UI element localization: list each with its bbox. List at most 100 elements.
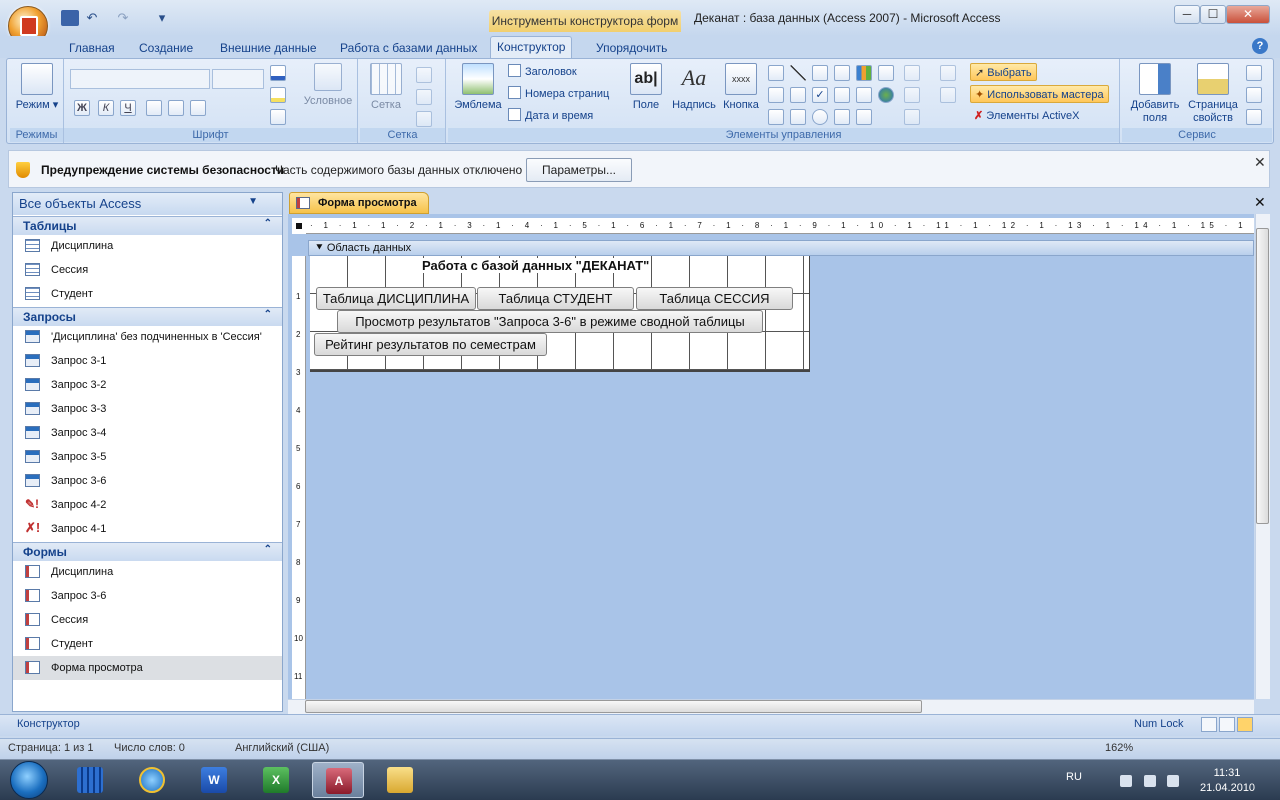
use-wizards-button[interactable]: ✦ Использовать мастера (970, 85, 1109, 103)
italic-button[interactable]: К (98, 100, 114, 116)
border-color-icon[interactable] (904, 109, 920, 125)
word-word-count[interactable]: Число слов: 0 (114, 742, 185, 754)
conditional-format-button[interactable]: Условное (300, 63, 356, 108)
special-effect-icon[interactable] (904, 87, 920, 103)
document-tab[interactable]: Форма просмотра (289, 192, 429, 214)
activex-button[interactable]: ✗ Элементы ActiveX (974, 107, 1079, 125)
redo-button[interactable]: ↷ (114, 10, 132, 26)
design-view-button[interactable] (1237, 717, 1253, 732)
font-name-combo[interactable] (70, 69, 210, 89)
taskbar-app-access[interactable]: A (312, 762, 364, 798)
rectangle-icon[interactable] (790, 87, 806, 103)
section-forms[interactable]: Формы ⌃ (13, 542, 282, 561)
select-button[interactable]: ➚ Выбрать (970, 63, 1037, 81)
option-button-icon[interactable] (812, 109, 828, 125)
align-left-icon[interactable] (146, 100, 162, 116)
tray-volume-icon[interactable] (1167, 775, 1179, 787)
line-icon[interactable] (790, 65, 806, 81)
chevron-up-icon[interactable]: ⌃ (264, 309, 272, 320)
add-fields-button[interactable]: Добавить поля (1126, 63, 1184, 125)
image-icon[interactable] (856, 87, 872, 103)
line-color-icon[interactable] (416, 111, 432, 127)
form-view-button[interactable] (1201, 717, 1217, 732)
fill-color-icon[interactable] (270, 87, 286, 103)
view-button[interactable]: Режим ▾ (14, 63, 60, 112)
nav-item-table[interactable]: Сессия (13, 258, 282, 282)
tab-create[interactable]: Создание (133, 39, 199, 58)
property-sheet-button[interactable]: Страница свойств (1184, 63, 1242, 125)
line-width-icon[interactable] (416, 67, 432, 83)
pivot-view-button[interactable]: Просмотр результатов "Запроса 3-6" в реж… (337, 310, 763, 333)
option-group-icon[interactable] (790, 109, 806, 125)
close-icon[interactable]: ✕ (1254, 154, 1266, 171)
label-button[interactable]: Aa Надпись (670, 63, 718, 112)
gridlines-color-icon[interactable] (270, 109, 286, 125)
toggle-icon[interactable] (812, 65, 828, 81)
line-style-icon[interactable] (940, 65, 956, 81)
view-code-icon[interactable] (1246, 87, 1262, 103)
command-button[interactable]: xxxx Кнопка (720, 63, 762, 112)
word-language[interactable]: Английский (США) (235, 742, 329, 754)
horizontal-scroll-thumb[interactable] (305, 700, 922, 713)
chevron-up-icon[interactable]: ⌃ (264, 218, 272, 229)
field-button[interactable]: ab| Поле (626, 63, 666, 112)
align-center-icon[interactable] (168, 100, 184, 116)
table-discipline-button[interactable]: Таблица ДИСЦИПЛИНА (316, 287, 476, 310)
attachment-icon[interactable] (878, 109, 894, 125)
layout-view-button[interactable] (1219, 717, 1235, 732)
subform-icon[interactable] (878, 65, 894, 81)
nav-item-query[interactable]: Запрос 3-1 (13, 349, 282, 373)
taskbar-app-library[interactable] (64, 762, 116, 798)
nav-item-query[interactable]: 'Дисциплина' без подчиненных в 'Сессия' (13, 325, 282, 349)
grid-button[interactable]: Сетка (364, 63, 408, 112)
list-icon[interactable] (768, 87, 784, 103)
nav-item-table[interactable]: Дисциплина (13, 234, 282, 258)
tab-database-tools[interactable]: Работа с базами данных (334, 39, 483, 58)
logo-button[interactable]: Эмблема (452, 63, 504, 112)
start-button[interactable] (10, 761, 48, 799)
rating-button[interactable]: Рейтинг результатов по семестрам (314, 333, 547, 356)
chart-icon[interactable] (856, 65, 872, 81)
nav-item-query[interactable]: Запрос 3-5 (13, 445, 282, 469)
help-icon[interactable]: ? (1252, 38, 1268, 54)
nav-item-form-selected[interactable]: Форма просмотра (13, 656, 282, 680)
convert-macros-icon[interactable] (1246, 109, 1262, 125)
nav-item-form[interactable]: Студент (13, 632, 282, 656)
nav-item-query[interactable]: Запрос 3-6 (13, 469, 282, 493)
nav-item-query[interactable]: Запрос 3-4 (13, 421, 282, 445)
form-title-label[interactable]: Работа с базой данных "ДЕКАНАТ" (420, 258, 652, 273)
taskbar-app-excel[interactable]: X (250, 762, 302, 798)
nav-item-form[interactable]: Запрос 3-6 (13, 584, 282, 608)
chevron-up-icon[interactable]: ⌃ (264, 544, 272, 555)
close-document-icon[interactable]: ✕ (1254, 194, 1266, 211)
table-session-button[interactable]: Таблица СЕССИЯ (636, 287, 793, 310)
taskbar-app-explorer[interactable] (374, 762, 426, 798)
bound-object-icon[interactable] (834, 87, 850, 103)
section-tables[interactable]: Таблицы ⌃ (13, 216, 282, 235)
page-numbers-button[interactable]: Номера страниц (508, 85, 609, 103)
font-size-combo[interactable] (212, 69, 264, 89)
line-type-icon[interactable] (416, 89, 432, 105)
tray-clock[interactable]: 11:31 21.04.2010 (1200, 766, 1255, 796)
checkbox-icon[interactable]: ✓ (812, 87, 828, 103)
hyperlink-icon[interactable] (878, 87, 894, 103)
taskbar-app-ie[interactable] (126, 762, 178, 798)
combo-box-icon[interactable] (768, 109, 784, 125)
font-color-icon[interactable] (270, 65, 286, 81)
underline-button[interactable]: Ч (120, 100, 136, 116)
chevron-down-icon[interactable]: ▼ (248, 196, 258, 207)
nav-item-query[interactable]: Запрос 3-2 (13, 373, 282, 397)
unbound-object-icon[interactable] (856, 109, 872, 125)
tab-arrange[interactable]: Упорядочить (590, 39, 673, 58)
qat-customize-button[interactable]: ▾ (153, 10, 171, 26)
nav-item-table[interactable]: Студент (13, 282, 282, 306)
close-button[interactable]: ✕ (1226, 5, 1270, 24)
security-options-button[interactable]: Параметры... (526, 158, 632, 182)
tab-design[interactable]: Конструктор (490, 36, 573, 59)
tab-external-data[interactable]: Внешние данные (214, 39, 323, 58)
align-right-icon[interactable] (190, 100, 206, 116)
section-queries[interactable]: Запросы ⌃ (13, 307, 282, 326)
tab-home[interactable]: Главная (63, 39, 121, 58)
nav-pane-header[interactable]: Все объекты Access ▼ (13, 193, 282, 215)
tray-language[interactable]: RU (1066, 771, 1082, 783)
